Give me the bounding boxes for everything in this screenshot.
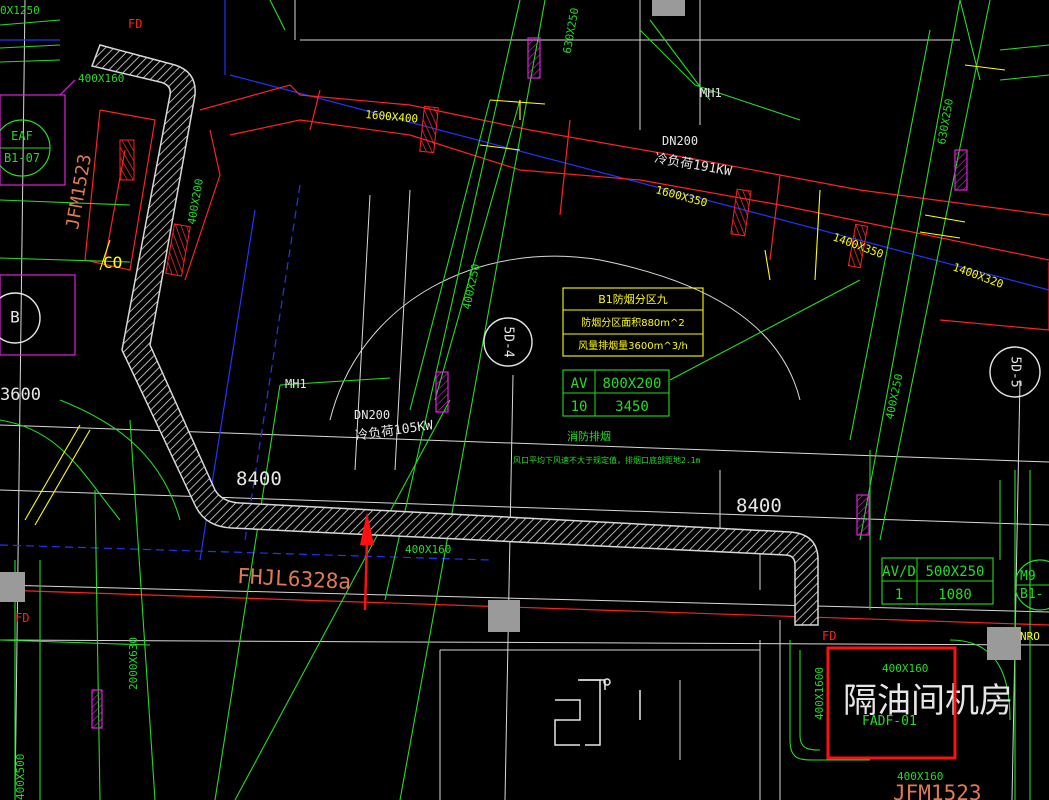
av1-count: 10 xyxy=(571,399,588,415)
label-jfm1523-left: JFM1523 xyxy=(62,153,96,231)
svg-text:B: B xyxy=(10,308,20,327)
air-valve-table-2[interactable]: AV/D 500X250 1 1080 xyxy=(881,557,994,605)
cad-drawing-canvas[interactable]: 5D-4 5D-5 EAF B1-07 B B1防烟分区九 防烟分区面积880m… xyxy=(0,0,1049,800)
smoke-zone-table[interactable]: B1防烟分区九 防烟分区面积880m^2 风量排烟量3600m^3/h xyxy=(562,287,704,357)
label-400x1250: 0X1250 xyxy=(0,4,40,17)
room-tag-m9 xyxy=(1014,559,1049,611)
label-400x160-right: 400X160 xyxy=(882,662,928,675)
smoke-table-area: 防烟分区面积880m^2 xyxy=(581,316,685,329)
partial-marker-left: B xyxy=(0,292,41,344)
av2-count: 1 xyxy=(895,587,903,603)
label-1600x400: 1600X400 xyxy=(365,108,419,126)
label-fire-note: 风口平均下风速不大于规定值，排烟口底部距地2.1m xyxy=(513,455,700,465)
av1-header-size: 800X200 xyxy=(602,376,661,392)
label-fd-top: FD xyxy=(128,17,142,31)
label-fd-left: FD xyxy=(15,611,29,625)
label-dn200-top: DN200 xyxy=(662,134,698,148)
room-tag-eaf[interactable]: EAF B1-07 xyxy=(0,119,51,177)
smoke-table-flow: 风量排烟量3600m^3/h xyxy=(578,339,688,352)
label-400x200: 400X200 xyxy=(185,178,206,226)
label-1400x320: 1400X320 xyxy=(951,261,1005,291)
label-mh1-top: MH1 xyxy=(700,86,722,100)
marker-label-5d5: 5D-5 xyxy=(1008,356,1023,387)
label-dn200-mid: DN200 xyxy=(354,408,390,422)
label-fire-exhaust: 消防排烟 xyxy=(567,429,611,443)
av2-header-size: 500X250 xyxy=(925,564,984,580)
label-nro: NRO xyxy=(1020,630,1040,643)
label-m9: M9 xyxy=(1020,569,1036,584)
label-630x250-top: 630X250 xyxy=(561,7,582,55)
label-400x160-top: 400X160 xyxy=(78,72,124,85)
main-exhaust-duct[interactable] xyxy=(90,44,819,626)
av1-header-type: AV xyxy=(571,376,588,392)
label-8400-right: 8400 xyxy=(736,495,782,517)
label-8400-left: 8400 xyxy=(236,468,282,490)
section-marker-5d4[interactable]: 5D-4 xyxy=(483,317,533,367)
label-630x250-right: 630X250 xyxy=(935,98,956,146)
air-valve-table-1[interactable]: AV 800X200 10 3450 xyxy=(562,369,670,417)
label-2000x630: 2000X630 xyxy=(127,637,140,690)
equipment-symbol xyxy=(554,678,641,746)
av2-header-type: AV/D xyxy=(882,564,916,580)
label-fhjl6328a: FHJL6328a xyxy=(237,564,352,594)
label-col: CO xyxy=(103,253,122,272)
label-mh1-mid: MH1 xyxy=(285,377,307,391)
av2-flow: 1080 xyxy=(938,587,972,603)
label-400x500: 400X500 xyxy=(14,754,27,800)
marker-label-5d4: 5D-4 xyxy=(501,326,516,357)
label-b1-right: B1- xyxy=(1020,587,1043,602)
label-load-191kw: 冷负荷191KW xyxy=(653,151,733,179)
label-3600: 3600 xyxy=(0,385,41,405)
label-fadf: FADF-01 xyxy=(862,714,917,729)
label-fd-right: FD xyxy=(822,629,836,643)
label-400x250-mid: 400X250 xyxy=(460,263,482,311)
label-400x1600: 400X1600 xyxy=(813,667,826,720)
smoke-table-title: B1防烟分区九 xyxy=(598,292,668,306)
section-marker-5d5[interactable]: 5D-5 xyxy=(989,346,1041,398)
eaf-label: EAF xyxy=(11,129,33,143)
label-jfm1523-bottom: JFM1523 xyxy=(893,781,982,800)
av1-flow: 3450 xyxy=(615,399,649,415)
label-400x160-mid: 400X160 xyxy=(405,543,451,556)
eaf-id-label: B1-07 xyxy=(4,151,40,165)
